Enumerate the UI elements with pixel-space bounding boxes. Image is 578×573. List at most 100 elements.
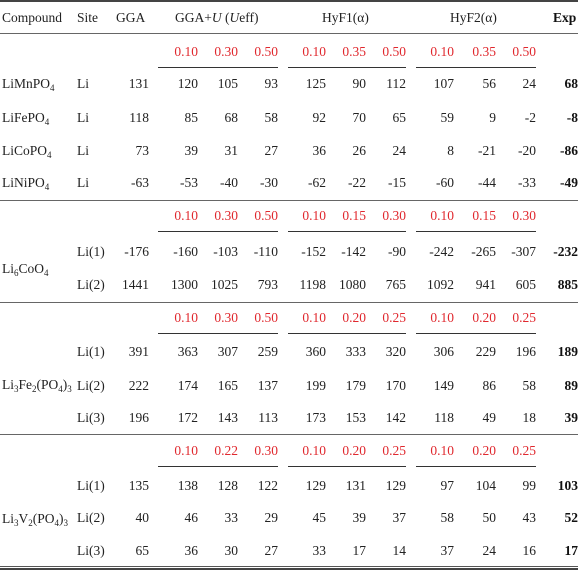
- cell-hyf2: 196: [515, 344, 536, 359]
- cell-ggau: 46: [184, 510, 199, 525]
- cell-hyf1: 92: [312, 110, 327, 125]
- site-label: Li(3): [77, 410, 105, 425]
- cell-hyf2: 306: [433, 344, 454, 359]
- cell-ggau: 138: [177, 478, 198, 493]
- cell-gga: 222: [128, 378, 149, 393]
- cell-exp: -49: [560, 175, 578, 190]
- param-value-hyf2: 0.25: [512, 310, 536, 325]
- site-label: Li: [77, 110, 89, 125]
- cell-gga: 65: [135, 543, 150, 558]
- cell-hyf1: 170: [385, 378, 406, 393]
- cell-exp: 17: [564, 543, 578, 558]
- param-underline: [158, 333, 278, 334]
- cell-hyf2: 59: [440, 110, 455, 125]
- compound-name: Li3V2(PO4)3: [2, 510, 69, 528]
- param-value-hyf1: 0.10: [302, 310, 326, 325]
- header-ggau: GGA+U (Ueff): [175, 10, 259, 25]
- group-separator: [0, 434, 578, 435]
- cell-gga: 391: [128, 344, 149, 359]
- cell-ggau: 30: [224, 543, 239, 558]
- cell-hyf1: -152: [301, 244, 326, 259]
- cell-ggau: 307: [217, 344, 238, 359]
- param-value-ggau: 0.10: [174, 208, 198, 223]
- header-gga: GGA: [116, 10, 146, 25]
- param-value-hyf1: 0.50: [382, 44, 406, 59]
- param-value-hyf1: 0.10: [302, 208, 326, 223]
- cell-exp: 39: [564, 410, 578, 425]
- param-underline: [416, 67, 536, 68]
- cell-hyf1: 17: [352, 543, 367, 558]
- param-value-hyf2: 0.50: [512, 44, 536, 59]
- param-underline: [158, 466, 278, 467]
- cell-ggau: 33: [224, 510, 239, 525]
- cell-ggau: 36: [184, 543, 199, 558]
- cell-hyf1: 129: [385, 478, 406, 493]
- cell-hyf1: 26: [352, 143, 367, 158]
- cell-ggau: 137: [257, 378, 278, 393]
- param-value-hyf2: 0.25: [512, 443, 536, 458]
- param-value-hyf2: 0.15: [472, 208, 496, 223]
- cell-exp: 89: [564, 378, 578, 393]
- param-value-hyf1: 0.10: [302, 443, 326, 458]
- cell-hyf2: 229: [475, 344, 496, 359]
- compound-name: LiMnPO4: [2, 76, 55, 93]
- cell-ggau: 363: [177, 344, 198, 359]
- cell-hyf1: 360: [305, 344, 326, 359]
- cell-ggau: 259: [257, 344, 278, 359]
- cell-hyf2: 37: [440, 543, 455, 558]
- cell-gga: -176: [124, 244, 149, 259]
- param-value-hyf2: 0.20: [472, 443, 496, 458]
- cell-hyf2: -20: [518, 143, 536, 158]
- site-label: Li(2): [77, 277, 105, 292]
- cell-ggau: 105: [217, 76, 238, 91]
- cell-hyf2: -60: [436, 175, 454, 190]
- param-value-ggau: 0.50: [254, 44, 278, 59]
- cell-hyf2: 16: [522, 543, 537, 558]
- param-value-hyf1: 0.30: [382, 208, 406, 223]
- compound-name: LiCoPO4: [2, 143, 52, 160]
- cell-hyf1: 129: [305, 478, 326, 493]
- cell-ggau: 27: [264, 543, 279, 558]
- param-value-ggau: 0.30: [214, 310, 238, 325]
- cell-gga: 1441: [122, 277, 149, 292]
- cell-hyf2: -265: [471, 244, 496, 259]
- param-underline: [416, 466, 536, 467]
- cell-hyf2: 149: [433, 378, 454, 393]
- cell-hyf1: 173: [305, 410, 326, 425]
- param-value-ggau: 0.22: [214, 443, 238, 458]
- compound-name: LiFePO4: [2, 110, 50, 127]
- cell-hyf2: -307: [511, 244, 536, 259]
- cell-hyf1: 70: [352, 110, 367, 125]
- param-value-hyf2: 0.20: [472, 310, 496, 325]
- site-label: Li(1): [77, 478, 105, 493]
- cell-hyf1: 39: [352, 510, 367, 525]
- cell-hyf1: 36: [312, 143, 327, 158]
- param-value-ggau: 0.10: [174, 44, 198, 59]
- cell-hyf2: 605: [515, 277, 536, 292]
- site-label: Li: [77, 175, 89, 190]
- cell-ggau: -110: [253, 244, 278, 259]
- cell-exp: -86: [560, 143, 578, 158]
- cell-hyf2: -242: [429, 244, 454, 259]
- param-underline: [288, 333, 406, 334]
- cell-hyf2: 58: [522, 378, 537, 393]
- param-value-hyf1: 0.20: [342, 310, 366, 325]
- cell-ggau: -160: [173, 244, 198, 259]
- cell-gga: 196: [128, 410, 149, 425]
- cell-hyf1: 142: [385, 410, 406, 425]
- cell-exp: 52: [564, 510, 578, 525]
- cell-ggau: 1025: [211, 277, 238, 292]
- cell-hyf1: 333: [345, 344, 366, 359]
- param-value-hyf2: 0.10: [430, 443, 454, 458]
- cell-hyf1: 125: [305, 76, 326, 91]
- param-underline: [288, 67, 406, 68]
- param-value-hyf1: 0.25: [382, 443, 406, 458]
- cell-hyf1: 153: [345, 410, 366, 425]
- cell-exp: 885: [557, 277, 578, 292]
- cell-hyf2: 86: [482, 378, 497, 393]
- cell-hyf1: 65: [392, 110, 407, 125]
- param-value-ggau: 0.30: [214, 44, 238, 59]
- site-label: Li(2): [77, 510, 105, 525]
- cell-ggau: 174: [177, 378, 198, 393]
- param-value-hyf2: 0.35: [472, 44, 496, 59]
